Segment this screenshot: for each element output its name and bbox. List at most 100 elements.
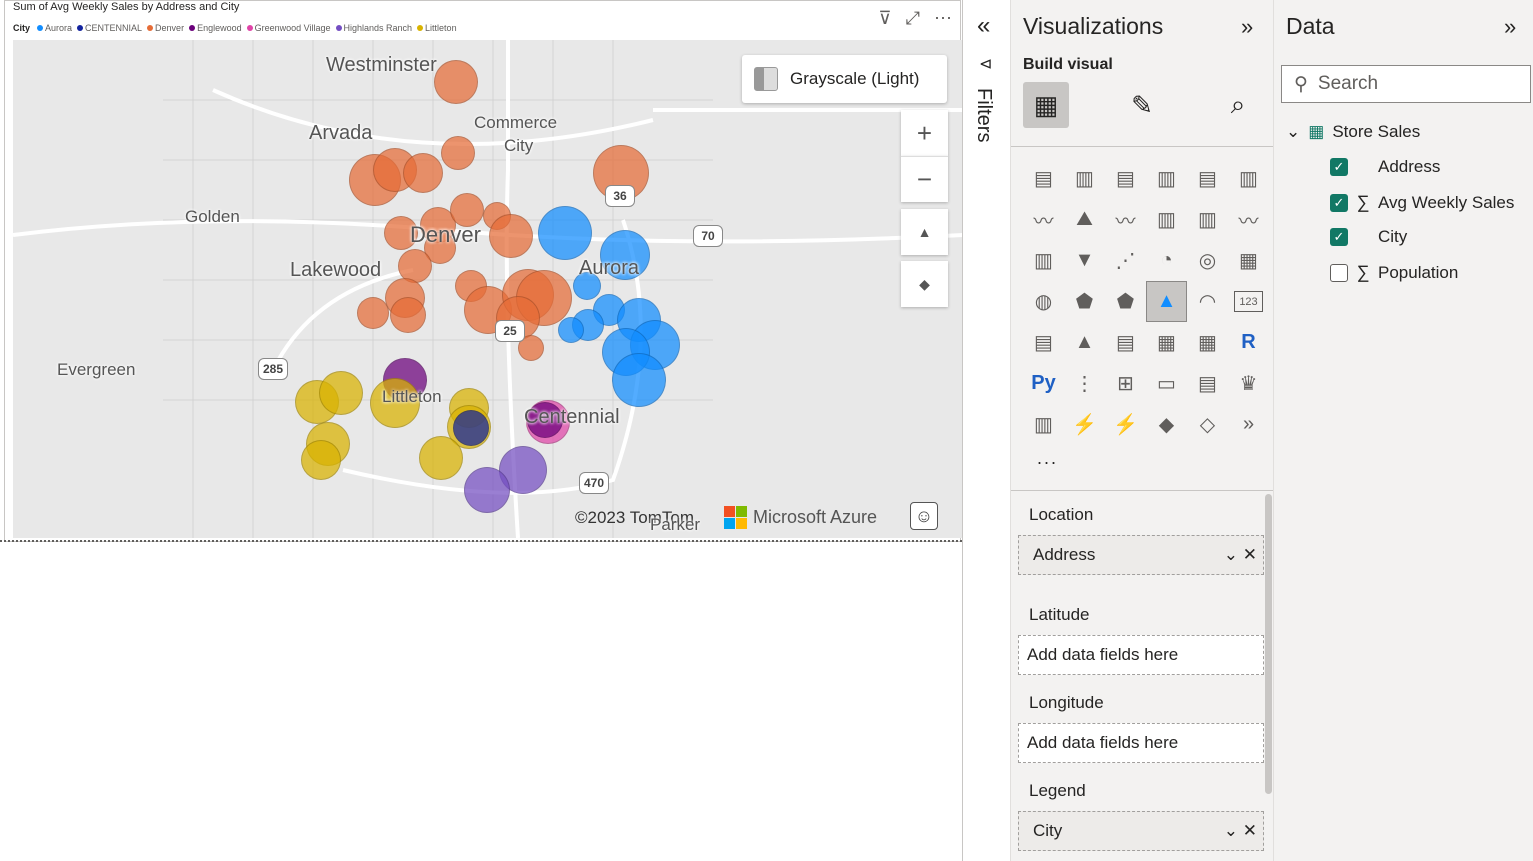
table-store-sales[interactable]: ⌄ ▦ Store Sales (1286, 122, 1420, 142)
visual-type-icon[interactable]: ▤ (1187, 363, 1228, 404)
legend-item[interactable]: Greenwood Village (246, 23, 331, 33)
legend-item[interactable]: Aurora (37, 23, 72, 33)
map-bubble[interactable] (558, 317, 584, 343)
field-checkbox[interactable]: ✓ (1330, 228, 1348, 246)
visual-type-icon[interactable]: 〰 (1228, 199, 1269, 240)
field-checkbox[interactable] (1330, 263, 1348, 282)
chevron-down-icon[interactable]: ⌄ ✕ (1224, 821, 1257, 841)
visual-type-icon[interactable]: Py (1023, 363, 1064, 404)
legend-item[interactable]: Denver (147, 23, 184, 33)
visual-type-icon[interactable]: ⛰ (1064, 199, 1105, 240)
visual-type-icon[interactable]: ◍ (1023, 281, 1064, 322)
visual-type-icon[interactable]: ▥ (1146, 199, 1187, 240)
chevron-down-icon[interactable]: ⌄ ✕ (1224, 545, 1257, 565)
visual-type-icon[interactable]: ⬟ (1105, 281, 1146, 322)
field-checkbox[interactable]: ✓ (1330, 193, 1348, 212)
collapse-visualizations-chevron-icon[interactable]: » (1241, 14, 1253, 40)
zoom-in-button[interactable]: + (901, 110, 948, 156)
feedback-smile-icon[interactable]: ☺ (910, 502, 938, 530)
field-row[interactable]: ∑ Population (1330, 262, 1458, 283)
visual-type-icon[interactable]: 〰 (1105, 199, 1146, 240)
zoom-out-button[interactable]: − (901, 156, 948, 202)
visual-type-icon[interactable]: ▲ (1064, 322, 1105, 363)
map-bubble[interactable] (612, 353, 666, 407)
visual-type-icon[interactable]: ◆ (1146, 404, 1187, 445)
visual-type-icon[interactable]: ▦ (1187, 322, 1228, 363)
visual-type-icon[interactable]: ⋰ (1105, 240, 1146, 281)
field-checkbox[interactable]: ✓ (1330, 158, 1348, 176)
visual-type-icon[interactable]: ⋮ (1064, 363, 1105, 404)
chevron-down-icon[interactable]: ⌄ (1286, 122, 1300, 142)
well-latitude[interactable]: Add data fields here (1018, 635, 1264, 675)
visual-type-icon[interactable]: ▤ (1187, 158, 1228, 199)
visual-type-icon[interactable]: ▥ (1228, 158, 1269, 199)
map-area[interactable]: Westminster Arvada Commerce City Golden Denve… (13, 40, 963, 538)
build-visual-tab-icon[interactable]: ▦ (1023, 82, 1069, 128)
filter-icon[interactable]: ⊽ (878, 7, 891, 29)
compass-button[interactable]: ◆ (901, 261, 948, 307)
visual-type-icon[interactable]: ▥ (1187, 199, 1228, 240)
field-row[interactable]: ✓ City (1330, 227, 1407, 247)
visual-type-icon[interactable]: ⊞ (1105, 363, 1146, 404)
map-bubble[interactable] (434, 60, 478, 104)
map-bubble[interactable] (453, 410, 489, 446)
visual-type-icon[interactable]: ▦ (1146, 322, 1187, 363)
more-options-icon[interactable]: ⋯ (934, 7, 952, 29)
data-search-input[interactable]: ⚲ Search (1281, 65, 1531, 103)
visual-type-icon[interactable]: ◠ (1187, 281, 1228, 322)
visual-type-icon[interactable]: ▤ (1105, 158, 1146, 199)
visual-type-icon[interactable]: 123 (1234, 291, 1263, 312)
format-visual-tab-icon[interactable]: ✎ (1119, 82, 1165, 128)
visual-type-icon[interactable]: ▤ (1105, 322, 1146, 363)
visual-type-icon[interactable]: ▥ (1023, 240, 1064, 281)
visual-type-icon[interactable]: ◎ (1187, 240, 1228, 281)
visual-type-icon[interactable]: ⬟ (1064, 281, 1105, 322)
legend-item[interactable]: Englewood (189, 23, 242, 33)
legend-field-pill[interactable]: City ⌄ ✕ (1027, 815, 1263, 847)
visual-type-icon[interactable]: ▥ (1146, 158, 1187, 199)
focus-mode-icon[interactable]: ⤢ (906, 7, 920, 29)
map-bubble[interactable] (301, 440, 341, 480)
well-location[interactable]: Address ⌄ ✕ (1018, 535, 1264, 575)
map-bubble[interactable] (489, 214, 533, 258)
more-visuals-button[interactable]: ... (1037, 448, 1058, 469)
visual-type-icon[interactable]: ▭ (1146, 363, 1187, 404)
visual-type-icon[interactable]: ⚡ (1105, 404, 1146, 445)
visual-type-icon[interactable]: ▲ (1146, 281, 1187, 322)
visual-type-icon[interactable]: 〰 (1023, 199, 1064, 240)
map-visual[interactable]: Sum of Avg Weekly Sales by Address and C… (4, 0, 963, 542)
visual-type-icon[interactable]: ♛ (1228, 363, 1269, 404)
field-row[interactable]: ✓ ∑ Avg Weekly Sales (1330, 192, 1514, 213)
field-row[interactable]: ✓ Address (1330, 157, 1440, 177)
visual-type-icon[interactable]: ▤ (1023, 158, 1064, 199)
map-bubble[interactable] (319, 371, 363, 415)
legend-item[interactable]: Highlands Ranch (335, 23, 412, 33)
map-bubble[interactable] (441, 136, 475, 170)
visual-type-icon[interactable]: ▼ (1064, 240, 1105, 281)
visual-type-icon[interactable]: ▥ (1023, 404, 1064, 445)
well-longitude[interactable]: Add data fields here (1018, 723, 1264, 763)
visual-type-icon[interactable]: ◔ (1146, 240, 1187, 281)
visual-type-icon[interactable]: ▦ (1228, 240, 1269, 281)
legend-item[interactable]: Littleton (417, 23, 457, 33)
wells-scrollbar[interactable] (1265, 494, 1272, 794)
legend-item[interactable]: CENTENNIAL (77, 23, 142, 33)
well-legend[interactable]: City ⌄ ✕ (1018, 811, 1264, 851)
visual-type-icon[interactable]: ⚡ (1064, 404, 1105, 445)
map-bubble[interactable] (464, 467, 510, 513)
collapse-data-chevron-icon[interactable]: » (1504, 14, 1516, 40)
visual-type-icon[interactable]: ▥ (1064, 158, 1105, 199)
map-bubble[interactable] (357, 297, 389, 329)
location-field-pill[interactable]: Address ⌄ ✕ (1027, 539, 1263, 571)
map-bubble[interactable] (538, 206, 592, 260)
visual-type-icon[interactable]: ◇ (1187, 404, 1228, 445)
analytics-tab-icon[interactable]: ⌕ (1215, 82, 1261, 128)
map-bubble[interactable] (403, 153, 443, 193)
visual-type-icon[interactable]: » (1228, 404, 1269, 445)
visual-type-icon[interactable]: R (1228, 322, 1269, 363)
map-bubble[interactable] (390, 297, 426, 333)
map-bubble[interactable] (419, 436, 463, 480)
visual-type-icon[interactable]: ▤ (1023, 322, 1064, 363)
map-style-picker[interactable]: Grayscale (Light) (742, 55, 947, 103)
filters-pane-collapsed[interactable]: « ⊲ Filters (962, 0, 1010, 861)
